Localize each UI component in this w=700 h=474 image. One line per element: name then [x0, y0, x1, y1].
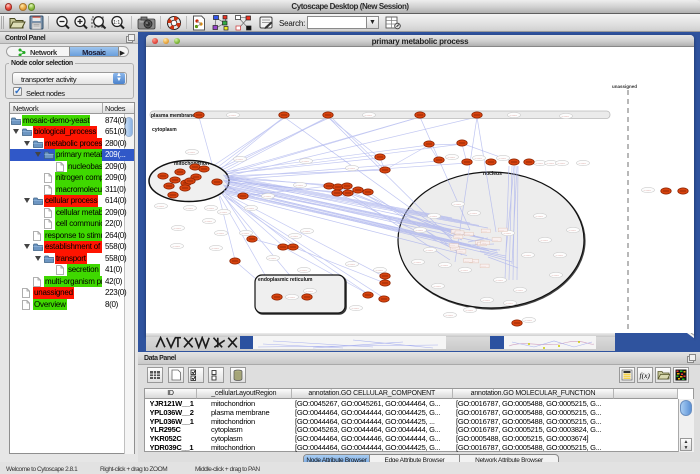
svg-text:····-··: ····-·· — [510, 113, 517, 117]
svg-text:unassigned: unassigned — [612, 84, 637, 89]
svg-text:····-··: ····-·· — [269, 256, 276, 260]
svg-text:····-··: ····-·· — [496, 278, 503, 282]
svg-text:····-··: ····-·· — [291, 234, 298, 238]
svg-text:····-··: ····-·· — [416, 228, 423, 232]
svg-text:·····: ····· — [481, 264, 486, 268]
svg-text:·····: ····· — [455, 235, 460, 239]
svg-text:····-··: ····-·· — [217, 231, 224, 235]
svg-text:····-··: ····-·· — [579, 161, 586, 165]
svg-text:····-··: ····-·· — [541, 238, 548, 242]
svg-text:····-··: ····-·· — [205, 219, 212, 223]
svg-text:····-··: ····-·· — [434, 284, 441, 288]
svg-text:····-··: ····-·· — [188, 150, 195, 154]
svg-text:····-··: ····-·· — [536, 214, 543, 218]
svg-text:····-··: ····-·· — [446, 313, 453, 317]
svg-text:cytoplasm: cytoplasm — [152, 127, 177, 133]
svg-text:····-··: ····-·· — [302, 159, 309, 163]
svg-text:····-··: ····-·· — [524, 253, 531, 257]
svg-text:····-··: ····-·· — [569, 228, 576, 232]
svg-text:····-··: ····-·· — [236, 157, 243, 161]
svg-text:····-··: ····-·· — [475, 156, 482, 160]
svg-text:····-··: ····-·· — [242, 231, 249, 235]
svg-text:····-··: ····-·· — [303, 229, 310, 233]
svg-text:····-··: ····-·· — [516, 288, 523, 292]
svg-text:····-··: ····-·· — [470, 211, 477, 215]
svg-text:····-··: ····-·· — [229, 113, 236, 117]
svg-text:····-··: ····-·· — [547, 161, 554, 165]
svg-text:····-··: ····-·· — [264, 194, 271, 198]
svg-text:····-··: ····-·· — [552, 273, 559, 277]
svg-text:·····: ····· — [465, 232, 470, 236]
svg-text:·····: ····· — [499, 228, 504, 232]
svg-text:····-··: ····-·· — [441, 263, 448, 267]
svg-text:····-··: ····-·· — [644, 188, 651, 192]
svg-text:·····: ····· — [482, 229, 487, 233]
svg-text:····-··: ····-·· — [525, 318, 532, 322]
svg-text:····-··: ····-·· — [376, 268, 383, 272]
svg-text:·····: ····· — [458, 250, 463, 254]
svg-text:····-··: ····-·· — [414, 260, 421, 264]
svg-text:····-··: ····-·· — [157, 204, 164, 208]
svg-text:····-··: ····-·· — [348, 262, 355, 266]
svg-text:····-··: ····-·· — [173, 244, 180, 248]
svg-text:····-··: ····-·· — [212, 246, 219, 250]
svg-text:····-··: ····-·· — [454, 202, 461, 206]
svg-text:····-··: ····-·· — [348, 166, 355, 170]
svg-text:f(x): f(x) — [640, 371, 651, 380]
svg-text:····-··: ····-·· — [300, 268, 307, 272]
svg-text:····-··: ····-·· — [207, 206, 214, 210]
svg-text:····-··: ····-·· — [220, 210, 227, 214]
svg-text:····-··: ····-·· — [556, 253, 563, 257]
svg-text:endoplasmic reticulum: endoplasmic reticulum — [258, 277, 313, 283]
svg-text:····-··: ····-·· — [352, 306, 359, 310]
svg-text:·····: ····· — [450, 244, 455, 248]
svg-text:·····: ····· — [493, 238, 498, 242]
svg-text:1:1: 1:1 — [113, 20, 120, 26]
svg-text:····-··: ····-·· — [186, 206, 193, 210]
svg-text:····-··: ····-·· — [461, 268, 468, 272]
svg-text:····-··: ····-·· — [562, 114, 569, 118]
svg-text:····-··: ····-·· — [499, 156, 506, 160]
svg-text:plasma membrane: plasma membrane — [151, 113, 195, 119]
svg-text:····-··: ····-·· — [558, 161, 565, 165]
svg-text:····-··: ····-·· — [174, 226, 181, 230]
svg-text:····-··: ····-·· — [506, 301, 513, 305]
svg-text:····-··: ····-·· — [296, 183, 303, 187]
svg-text:····-··: ····-·· — [536, 161, 543, 165]
svg-text:····-··: ····-·· — [288, 295, 295, 299]
svg-text:····-··: ····-·· — [448, 155, 455, 159]
svg-text:····-··: ····-·· — [306, 289, 313, 293]
svg-text:·····: ····· — [456, 231, 461, 235]
svg-text:····-··: ····-·· — [426, 248, 433, 252]
svg-text:·····: ····· — [482, 241, 487, 245]
svg-text:····-··: ····-·· — [430, 214, 437, 218]
svg-text:····-··: ····-·· — [466, 308, 473, 312]
svg-text:····-··: ····-·· — [365, 113, 372, 117]
svg-text:····-··: ····-·· — [483, 298, 490, 302]
svg-text:····-··: ····-·· — [247, 206, 254, 210]
svg-text:·····: ····· — [465, 259, 470, 263]
